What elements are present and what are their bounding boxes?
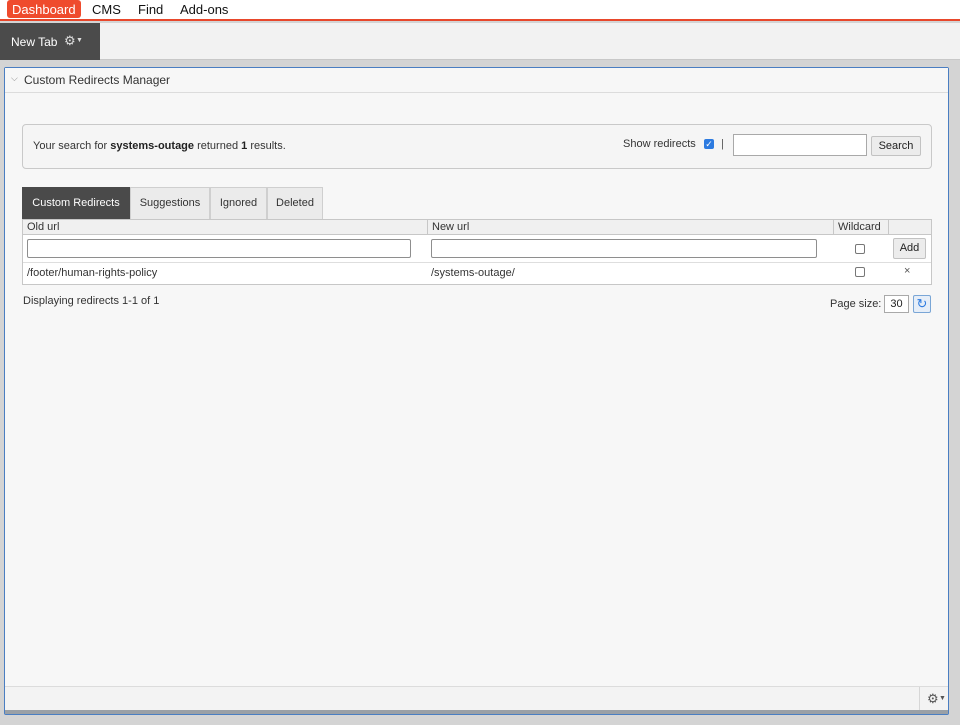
search-result-message: Your search for systems-outage returned … — [33, 140, 286, 152]
new-old-url-input[interactable] — [27, 239, 411, 258]
caret-down-icon[interactable]: ▼ — [939, 695, 946, 702]
show-redirects-label: Show redirects — [623, 138, 696, 150]
redirects-grid: Old url New url Wildcard Add /footer/hum… — [22, 219, 932, 285]
footer-divider — [919, 687, 920, 711]
gadget-title: Custom Redirects Manager — [24, 73, 171, 87]
show-redirects-checkbox[interactable]: ✓ — [704, 139, 714, 149]
message-mid: returned — [197, 140, 239, 152]
column-divider — [833, 220, 834, 235]
search-button[interactable]: Search — [871, 136, 921, 156]
pager-status: Displaying redirects 1-1 of 1 — [23, 295, 160, 307]
page-size-input[interactable]: 30 — [884, 295, 909, 313]
panel-bottom-edge — [5, 710, 948, 714]
column-divider — [427, 220, 428, 235]
row-old-url: /footer/human-rights-policy — [27, 267, 158, 279]
row-new-url: /systems-outage/ — [431, 267, 515, 279]
chevron-down-icon[interactable]: ⌵ — [11, 73, 18, 84]
result-count: 1 — [241, 140, 248, 152]
page-size-label: Page size: — [830, 298, 882, 310]
tab-deleted[interactable]: Deleted — [267, 187, 323, 219]
caret-down-icon[interactable]: ▼ — [76, 37, 83, 44]
tab-ignored[interactable]: Ignored — [210, 187, 267, 219]
custom-redirects-gadget: ⌵ Custom Redirects Manager Your search f… — [4, 67, 949, 715]
new-wildcard-checkbox[interactable] — [855, 244, 865, 254]
column-new-url[interactable]: New url — [432, 221, 469, 233]
column-wildcard[interactable]: Wildcard — [838, 221, 881, 233]
nav-cms[interactable]: CMS — [87, 0, 126, 19]
add-redirect-button[interactable]: Add — [893, 238, 926, 259]
message-suffix: results. — [250, 140, 286, 152]
refresh-icon[interactable]: ↻ — [913, 295, 931, 313]
grid-header: Old url New url Wildcard — [23, 220, 931, 235]
tab-custom-redirects[interactable]: Custom Redirects — [22, 187, 130, 219]
row-divider — [23, 262, 931, 263]
new-new-url-input[interactable] — [431, 239, 817, 258]
column-divider — [888, 220, 889, 235]
nav-find[interactable]: Find — [133, 0, 168, 19]
row-wildcard-checkbox[interactable] — [855, 267, 865, 277]
gadget-footer: ⚙ ▼ — [5, 686, 948, 711]
nav-add-ons[interactable]: Add-ons — [175, 0, 233, 19]
top-navigation: Dashboard CMS Find Add-ons — [0, 0, 960, 21]
separator: | — [721, 138, 724, 150]
gear-icon[interactable]: ⚙ — [927, 691, 939, 707]
tab-suggestions[interactable]: Suggestions — [130, 187, 210, 219]
gadget-header: ⌵ Custom Redirects Manager — [5, 68, 948, 93]
nav-dashboard[interactable]: Dashboard — [7, 0, 81, 18]
search-term: systems-outage — [110, 140, 195, 152]
gear-icon[interactable]: ⚙ — [64, 33, 76, 49]
dashboard-tab-bar: New Tab ⚙ ▼ — [0, 23, 960, 66]
message-prefix: Your search for — [33, 140, 108, 152]
tab-content-spacer — [0, 60, 960, 67]
tab-label: New Tab — [11, 35, 58, 49]
delete-redirect-icon[interactable]: × — [904, 265, 910, 277]
column-old-url[interactable]: Old url — [27, 221, 59, 233]
dashboard-tab-new-tab[interactable]: New Tab ⚙ ▼ — [0, 23, 100, 66]
search-summary-box: Your search for systems-outage returned … — [22, 124, 932, 169]
search-input[interactable] — [733, 134, 867, 156]
